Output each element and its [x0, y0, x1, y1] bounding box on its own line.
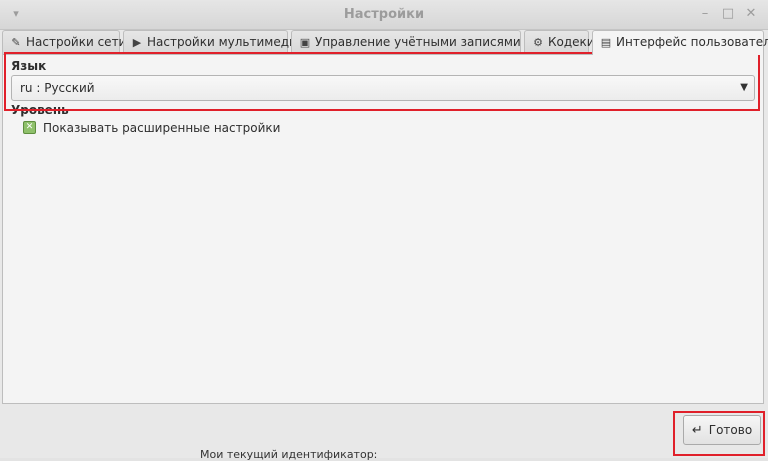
language-group-label: Язык: [11, 59, 47, 73]
tab-codecs[interactable]: ⚙ Кодеки: [524, 30, 595, 54]
tab-label: Кодеки: [548, 35, 595, 49]
close-icon[interactable]: ✕: [743, 6, 759, 22]
advanced-settings-label: Показывать расширенные настройки: [43, 121, 281, 135]
maximize-icon[interactable]: □: [720, 6, 736, 22]
window-title: Настройки: [343, 7, 425, 22]
document-icon: ▤: [600, 36, 612, 49]
tab-label: Настройки мультимедиа: [147, 35, 305, 49]
language-select[interactable]: ru : Русский ▼: [11, 75, 755, 101]
dropdown-arrow-icon: ▼: [740, 82, 748, 93]
accounts-icon: ▣: [299, 36, 311, 49]
tab-network-settings[interactable]: ✎ Настройки сети: [2, 30, 126, 54]
return-icon: ↵: [691, 423, 703, 438]
tab-label: Интерфейс пользователя: [616, 35, 768, 49]
title-bar: ▾ Настройки – □ ✕: [0, 0, 768, 30]
user-interface-panel: Язык ru : Русский ▼ Уровень ✕ Показывать…: [2, 54, 764, 404]
network-wrench-icon: ✎: [11, 36, 21, 49]
dialog-content: ✎ Настройки сети ▶ Настройки мультимедиа ▣…: [0, 30, 768, 458]
tab-user-interface[interactable]: ▤ Интерфейс пользователя: [592, 30, 768, 55]
tab-multimedia-settings[interactable]: ▶ Настройки мультимедиа: [123, 30, 304, 54]
done-button[interactable]: ↵ Готово: [683, 415, 761, 445]
minimize-icon[interactable]: –: [697, 6, 713, 22]
tab-label: Управление учётными записями SIP: [315, 35, 543, 49]
gear-icon: ⚙: [533, 36, 543, 49]
level-group-label: Уровень: [11, 103, 69, 117]
language-selected-value: ru : Русский: [20, 81, 95, 95]
tab-sip-accounts[interactable]: ▣ Управление учётными записями SIP: [291, 30, 543, 54]
button-area: [0, 404, 768, 458]
background-window-text: Мои текущий идентификатор:: [200, 448, 378, 461]
play-icon: ▶: [132, 36, 142, 49]
advanced-settings-checkbox[interactable]: ✕: [23, 121, 36, 134]
done-button-label: Готово: [708, 423, 753, 437]
tab-label: Настройки сети: [26, 35, 127, 49]
